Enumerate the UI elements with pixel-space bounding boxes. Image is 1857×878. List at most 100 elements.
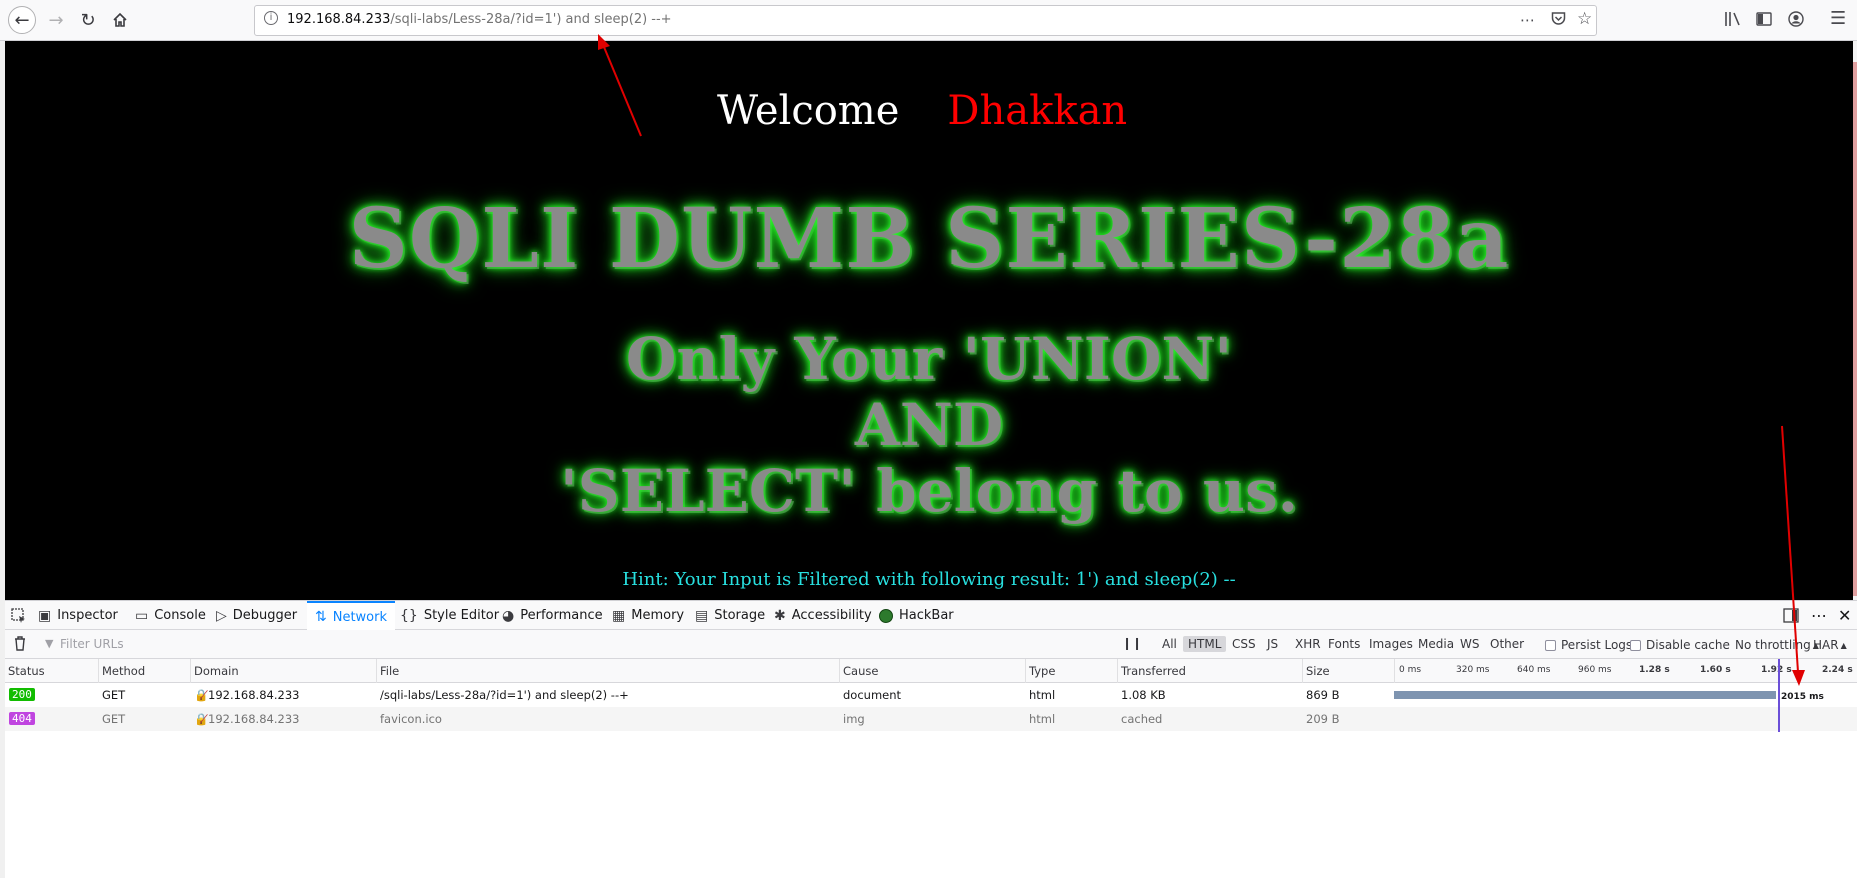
- size-cell: 209 B: [1306, 712, 1340, 726]
- more-options-icon[interactable]: ⋯: [1811, 601, 1827, 630]
- filter-images[interactable]: Images: [1364, 636, 1418, 652]
- tab-inspector-label: Inspector: [57, 608, 118, 623]
- timeline-tick: 1.28 s: [1639, 665, 1670, 675]
- forward-arrow-icon[interactable]: →: [42, 6, 70, 34]
- tab-storage[interactable]: ▤ Storage: [695, 601, 765, 630]
- disable-cache-checkbox[interactable]: Disable cache: [1630, 638, 1730, 652]
- timeline-tick: 320 ms: [1456, 665, 1490, 675]
- filter-css[interactable]: CSS: [1227, 636, 1261, 652]
- back-arrow-icon[interactable]: ←: [8, 6, 36, 34]
- request-row[interactable]: 404 GET 🔒̸ 192.168.84.233 favicon.ico im…: [5, 707, 1857, 731]
- menu-icon[interactable]: ☰: [1830, 8, 1846, 29]
- filter-xhr[interactable]: XHR: [1290, 636, 1326, 652]
- tab-accessibility[interactable]: ✱ Accessibility: [774, 601, 872, 630]
- col-domain[interactable]: Domain: [194, 664, 239, 678]
- status-badge: 404: [9, 712, 35, 725]
- filter-fonts[interactable]: Fonts: [1323, 636, 1365, 652]
- style-editor-icon: {}: [400, 607, 418, 624]
- request-row[interactable]: 200 GET 🔒̸ 192.168.84.233 /sqli-labs/Les…: [5, 683, 1857, 707]
- clear-requests-icon[interactable]: [13, 635, 27, 655]
- tab-memory[interactable]: ▦ Memory: [612, 601, 684, 630]
- type-cell: html: [1029, 688, 1056, 702]
- filter-all[interactable]: All: [1157, 636, 1182, 652]
- page-actions-icon[interactable]: ⋯: [1520, 11, 1535, 29]
- col-size[interactable]: Size: [1306, 664, 1330, 678]
- col-file[interactable]: File: [380, 664, 399, 678]
- disable-cache-box[interactable]: [1630, 639, 1641, 651]
- filter-urls-input[interactable]: Filter URLs: [60, 637, 124, 651]
- col-cause[interactable]: Cause: [843, 664, 878, 678]
- tab-console[interactable]: ▭ Console: [135, 601, 206, 630]
- tab-storage-label: Storage: [714, 608, 766, 623]
- col-divider[interactable]: [1025, 659, 1026, 683]
- persist-logs-box[interactable]: [1545, 639, 1556, 651]
- insecure-connection-icon: 🔒̸: [194, 712, 209, 726]
- inspector-icon: ▣: [38, 607, 52, 624]
- col-divider[interactable]: [1394, 659, 1395, 683]
- url-text[interactable]: 192.168.84.233/sqli-labs/Less-28a/?id=1'…: [287, 12, 672, 27]
- tab-network[interactable]: ⇅ Network: [307, 601, 396, 631]
- col-transferred[interactable]: Transferred: [1121, 664, 1186, 678]
- type-cell: html: [1029, 712, 1056, 726]
- col-type[interactable]: Type: [1029, 664, 1055, 678]
- url-host: 192.168.84.233: [287, 12, 391, 27]
- file-cell: favicon.ico: [380, 712, 442, 726]
- library-icon[interactable]: [1724, 11, 1742, 31]
- har-menu[interactable]: HAR ▲: [1813, 638, 1847, 652]
- network-icon: ⇅: [315, 609, 327, 625]
- col-divider[interactable]: [839, 659, 840, 683]
- waterfall-bar[interactable]: [1394, 691, 1776, 699]
- tab-performance[interactable]: ◕ Performance: [502, 601, 603, 630]
- accessibility-icon: ✱: [774, 607, 786, 624]
- disable-cache-label: Disable cache: [1646, 638, 1730, 652]
- tab-console-label: Console: [154, 608, 206, 623]
- subtitle-line-3: 'SELECT' belong to us.: [560, 457, 1298, 525]
- timeline-tick: 1.92 s: [1761, 665, 1792, 675]
- page-scrollbar-thumb[interactable]: [1853, 62, 1857, 596]
- sidebar-icon[interactable]: [1756, 12, 1772, 30]
- tab-style-editor[interactable]: {} Style Editor: [400, 601, 499, 630]
- col-divider[interactable]: [1117, 659, 1118, 683]
- reload-icon[interactable]: ↻: [74, 6, 102, 34]
- account-icon[interactable]: [1788, 11, 1804, 31]
- domain-cell: 192.168.84.233: [208, 712, 300, 726]
- filter-html[interactable]: HTML: [1183, 636, 1227, 652]
- timeline-tick: 1.60 s: [1700, 665, 1731, 675]
- close-devtools-icon[interactable]: ✕: [1838, 601, 1851, 630]
- col-method[interactable]: Method: [102, 664, 145, 678]
- cause-cell: document: [843, 688, 902, 702]
- dock-toggle-icon[interactable]: [1783, 601, 1799, 630]
- welcome-line: Welcome Dhakkan: [717, 88, 1127, 134]
- bookmark-star-icon[interactable]: ☆: [1577, 9, 1592, 29]
- col-divider[interactable]: [1302, 659, 1303, 683]
- pause-icon[interactable]: ❙❙: [1122, 636, 1142, 650]
- filter-media[interactable]: Media: [1413, 636, 1459, 652]
- col-divider[interactable]: [376, 659, 377, 683]
- col-status[interactable]: Status: [8, 664, 45, 678]
- welcome-text: Welcome: [717, 88, 900, 134]
- tab-hackbar[interactable]: HackBar: [879, 601, 954, 630]
- home-icon[interactable]: [106, 6, 134, 34]
- filter-other[interactable]: Other: [1485, 636, 1529, 652]
- col-divider[interactable]: [98, 659, 99, 683]
- url-bar[interactable]: i 192.168.84.233/sqli-labs/Less-28a/?id=…: [254, 5, 1597, 36]
- hint-text: Hint: Your Input is Filtered with follow…: [622, 569, 1236, 590]
- info-icon[interactable]: i: [264, 11, 278, 25]
- filter-js[interactable]: JS: [1262, 636, 1283, 652]
- element-picker-icon[interactable]: [11, 601, 27, 630]
- col-divider[interactable]: [190, 659, 191, 683]
- persist-logs-checkbox[interactable]: Persist Logs: [1545, 638, 1632, 652]
- pocket-icon[interactable]: [1551, 11, 1566, 30]
- tab-performance-label: Performance: [520, 608, 603, 623]
- tab-debugger[interactable]: ▷ Debugger: [216, 601, 297, 630]
- tab-inspector[interactable]: ▣ Inspector: [38, 601, 118, 630]
- timing-label: 2015 ms: [1781, 692, 1824, 702]
- request-table-header: Status Method Domain File Cause Type Tra…: [5, 659, 1857, 683]
- filter-ws[interactable]: WS: [1455, 636, 1484, 652]
- timeline-tick: 640 ms: [1517, 665, 1551, 675]
- performance-icon: ◕: [502, 607, 515, 624]
- throttling-select[interactable]: No throttling ▲: [1735, 638, 1819, 652]
- timeline-tick: 2.24 s: [1822, 665, 1853, 675]
- user-name: Dhakkan: [947, 88, 1128, 134]
- page-content: Welcome Dhakkan SQLI DUMB SERIES-28a Only…: [5, 41, 1853, 600]
